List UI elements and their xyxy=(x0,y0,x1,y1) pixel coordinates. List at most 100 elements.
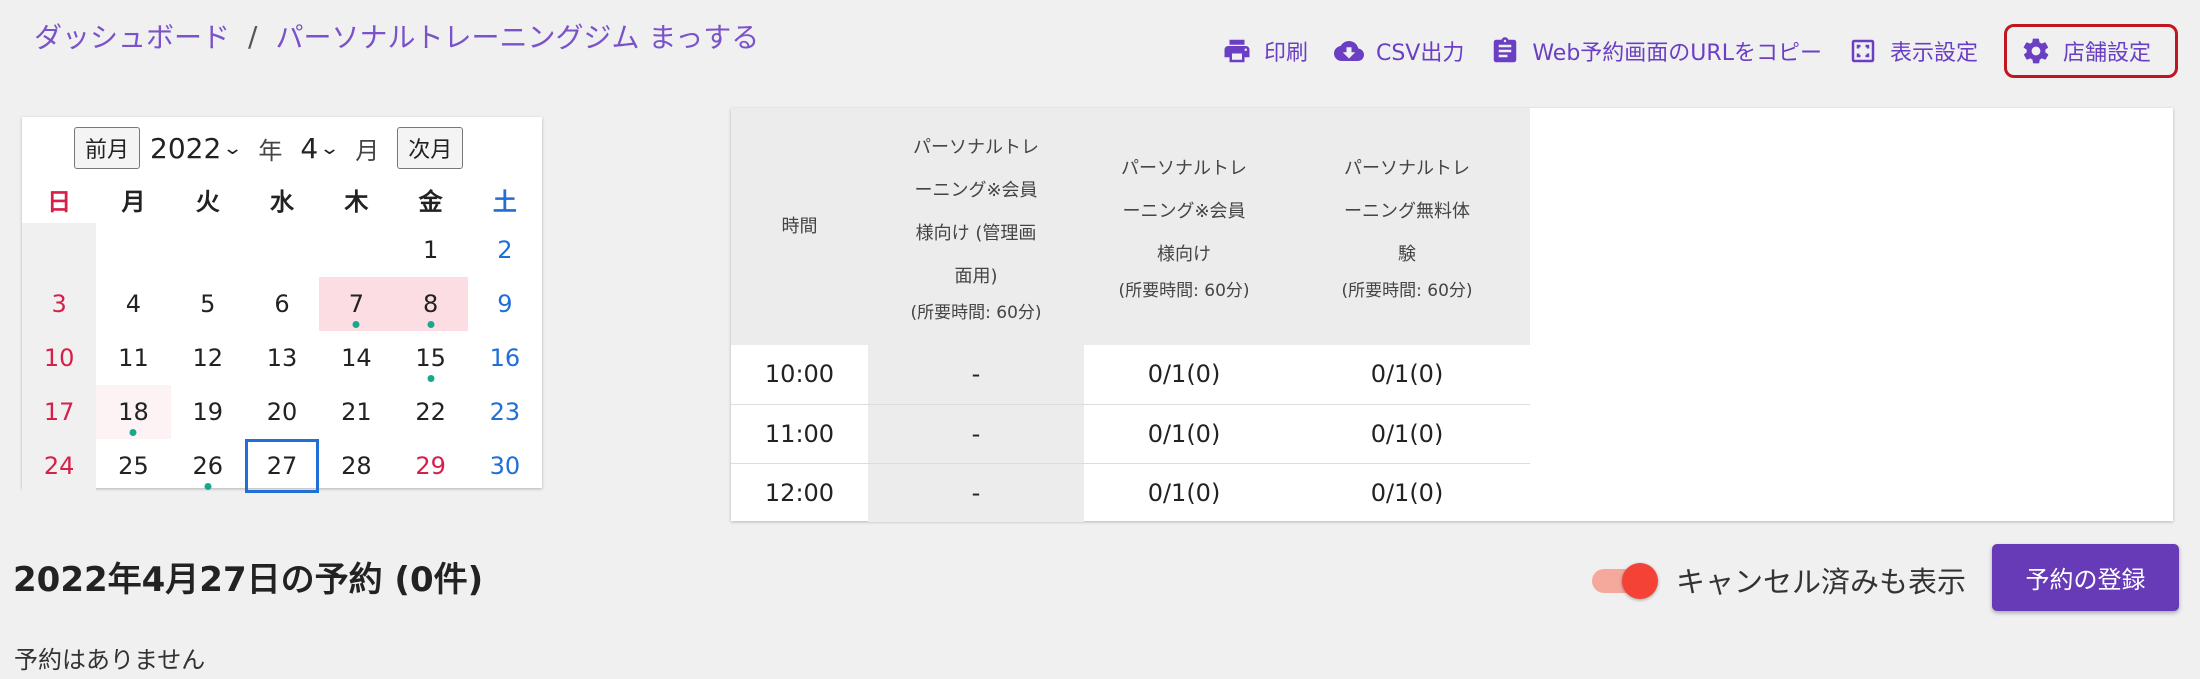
copy-url-button[interactable]: Web予約画面のURLをコピー xyxy=(1490,35,1822,67)
gear-icon xyxy=(2023,38,2049,64)
calendar-day[interactable]: 19 xyxy=(171,385,245,439)
month-unit: 月 xyxy=(355,136,380,165)
calendar-day[interactable]: 14 xyxy=(319,331,393,385)
calendar-day-holiday[interactable]: 29 xyxy=(393,439,467,493)
chevron-down-icon: ⌄ xyxy=(222,137,244,159)
weekday-fri: 金 xyxy=(418,187,443,216)
calendar-day[interactable]: 24 xyxy=(22,439,97,493)
slot-cell[interactable]: 0/1(0) xyxy=(1284,404,1530,464)
calendar-day[interactable]: 6 xyxy=(245,277,319,331)
calendar-day[interactable]: 21 xyxy=(319,385,393,439)
clipboard-icon xyxy=(1494,37,1517,63)
weekday-mon: 月 xyxy=(121,187,146,216)
schedule-table: 時間 パーソナルトレ ーニング※会員 様向け (管理画 面用) (所要時間: 60分)… xyxy=(731,108,1530,522)
csv-export-label: CSV出力 xyxy=(1375,41,1465,66)
next-month-button[interactable]: 次月 xyxy=(397,127,464,169)
calendar-day-empty xyxy=(245,223,319,277)
calendar-day[interactable]: 23 xyxy=(468,385,542,439)
breadcrumb-separator: / xyxy=(248,19,258,53)
calendar-day[interactable]: 30 xyxy=(468,439,542,493)
store-settings-label: 店舗設定 xyxy=(2062,41,2151,66)
year-select[interactable]: 2022 ⌄ xyxy=(150,131,244,165)
store-settings-button[interactable]: 店舗設定 xyxy=(2003,24,2178,78)
show-cancelled-label[interactable]: キャンセル済みも表示 xyxy=(1676,559,1966,601)
table-row: 11:00 - 0/1(0) 0/1(0) xyxy=(731,404,1530,464)
schedule-header-row: 時間 パーソナルトレ ーニング※会員 様向け (管理画 面用) (所要時間: 60分)… xyxy=(731,108,1530,345)
slot-cell[interactable]: 0/1(0) xyxy=(1284,463,1530,522)
csv-export-button[interactable]: CSV出力 xyxy=(1333,35,1465,67)
calendar-day[interactable]: 5 xyxy=(171,277,245,331)
weekday-wed: 水 xyxy=(270,187,295,216)
breadcrumb: ダッシュボード / パーソナルトレーニングジム まっする xyxy=(34,16,759,56)
calendar-day[interactable]: 1 xyxy=(393,223,467,277)
calendar-day[interactable]: 9 xyxy=(468,277,542,331)
toggle-knob xyxy=(1622,563,1658,599)
reservations-title: 2022年4月27日の予約 (0件) xyxy=(13,560,484,600)
prev-month-button[interactable]: 前月 xyxy=(74,127,141,169)
display-settings-button[interactable]: 表示設定 xyxy=(1848,35,1978,67)
calendar-day[interactable]: 4 xyxy=(96,277,170,331)
calendar-day-empty xyxy=(171,223,245,277)
calendar-header: 前月 2022 ⌄ 年 4 ⌄ 月 次月 xyxy=(74,127,464,169)
slot-cell[interactable]: 0/1(0) xyxy=(1084,404,1284,464)
calendar-day[interactable]: 22 xyxy=(393,385,467,439)
display-settings-label: 表示設定 xyxy=(1889,41,1978,66)
menu-column-header: パーソナルトレ ーニング※会員 様向け (所要時間: 60分) xyxy=(1084,108,1284,345)
menu-column-header: パーソナルトレ ーニング無料体験 (所要時間: 60分) xyxy=(1284,108,1530,345)
calendar-day[interactable]: 11 xyxy=(96,331,170,385)
calendar: 前月 2022 ⌄ 年 4 ⌄ 月 次月 日 月 火 水 木 金 土 1 2 3… xyxy=(22,117,542,493)
table-row: 12:00 - 0/1(0) 0/1(0) xyxy=(731,463,1530,522)
show-cancelled-toggle[interactable] xyxy=(1592,561,1658,601)
month-select[interactable]: 4 ⌄ xyxy=(300,131,341,165)
calendar-day-empty xyxy=(22,223,97,277)
weekday-sat: 土 xyxy=(492,187,517,216)
time-cell: 10:00 xyxy=(731,345,868,405)
calendar-day[interactable]: 7 xyxy=(319,277,394,331)
print-label: 印刷 xyxy=(1263,41,1308,66)
empty-reservations-text: 予約はありません xyxy=(14,646,206,674)
weekday-tue: 火 xyxy=(195,187,220,216)
calendar-day[interactable]: 10 xyxy=(22,331,97,385)
breadcrumb-dashboard-link[interactable]: ダッシュボード xyxy=(34,16,230,56)
calendar-day[interactable]: 13 xyxy=(245,331,319,385)
calendar-day-empty xyxy=(319,223,393,277)
slot-cell[interactable]: 0/1(0) xyxy=(1284,345,1530,405)
toolbar: 印刷 CSV出力 Web予約画面のURLをコピー 表示設定 店舗設定 xyxy=(1222,24,2178,78)
month-value: 4 xyxy=(300,131,319,165)
calendar-day[interactable]: 20 xyxy=(245,385,319,439)
calendar-day[interactable]: 26 xyxy=(171,439,245,493)
breadcrumb-current-store[interactable]: パーソナルトレーニングジム まっする xyxy=(275,16,759,56)
time-column-header: 時間 xyxy=(731,108,868,345)
table-row: 10:00 - 0/1(0) 0/1(0) xyxy=(731,345,1530,405)
calendar-day[interactable]: 18 xyxy=(96,385,171,439)
cloud-download-icon xyxy=(1333,41,1364,61)
calendar-day-empty xyxy=(96,223,170,277)
year-unit: 年 xyxy=(258,136,283,165)
print-button[interactable]: 印刷 xyxy=(1222,35,1308,67)
calendar-day[interactable]: 15 xyxy=(393,331,467,385)
weekday-sun: 日 xyxy=(47,187,72,216)
calendar-grid: 日 月 火 水 木 金 土 1 2 3 4 5 6 7 8 9 10 11 12… xyxy=(22,175,542,493)
calendar-day[interactable]: 17 xyxy=(22,385,97,439)
menu-column-header: パーソナルトレ ーニング※会員 様向け (管理画 面用) (所要時間: 60分) xyxy=(868,108,1084,345)
calendar-day[interactable]: 16 xyxy=(468,331,542,385)
slot-cell: - xyxy=(868,404,1084,464)
slot-cell: - xyxy=(868,463,1084,522)
year-value: 2022 xyxy=(150,131,222,165)
calendar-day[interactable]: 12 xyxy=(171,331,245,385)
time-cell: 11:00 xyxy=(731,404,868,464)
slot-cell[interactable]: 0/1(0) xyxy=(1084,463,1284,522)
slot-cell: - xyxy=(868,345,1084,405)
copy-url-label: Web予約画面のURLをコピー xyxy=(1532,41,1822,66)
schedule-panel: 時間 パーソナルトレ ーニング※会員 様向け (管理画 面用) (所要時間: 60分)… xyxy=(731,108,2173,522)
slot-cell[interactable]: 0/1(0) xyxy=(1084,345,1284,405)
calendar-day[interactable]: 8 xyxy=(393,277,468,331)
calendar-day[interactable]: 2 xyxy=(468,223,542,277)
chevron-down-icon: ⌄ xyxy=(319,137,341,159)
calendar-day[interactable]: 28 xyxy=(319,439,393,493)
register-reservation-button[interactable]: 予約の登録 xyxy=(1992,544,2179,611)
calendar-day-selected[interactable]: 27 xyxy=(244,439,320,493)
printer-icon xyxy=(1224,39,1250,63)
calendar-day[interactable]: 3 xyxy=(22,277,97,331)
calendar-day[interactable]: 25 xyxy=(96,439,170,493)
